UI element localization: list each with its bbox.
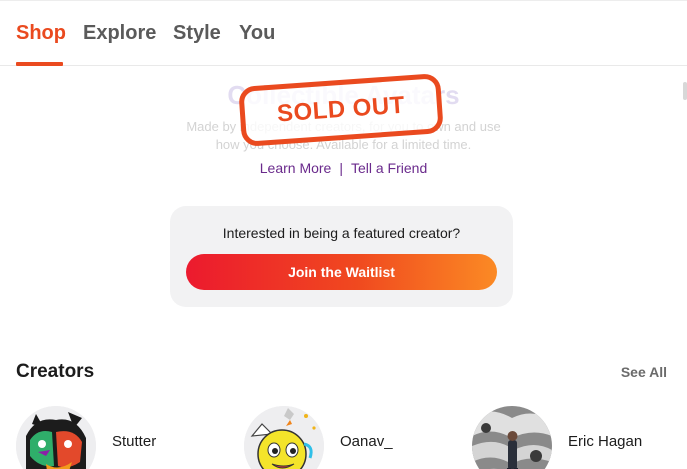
featured-creator-card: Interested in being a featured creator? … [170, 206, 513, 307]
hero-links: Learn More | Tell a Friend [0, 160, 687, 176]
shop-tab-bar: Shop Explore Style You [0, 0, 687, 66]
avatar [472, 406, 552, 469]
tab-shop[interactable]: Shop [16, 22, 66, 45]
creator-item-eric-hagan[interactable]: Eric Hagan [472, 394, 682, 469]
tab-style[interactable]: Style [173, 22, 221, 45]
avatar [16, 406, 96, 469]
creator-name: Oanav_ [340, 433, 393, 450]
learn-more-link[interactable]: Learn More [260, 160, 332, 176]
tab-you[interactable]: You [239, 22, 275, 45]
active-tab-indicator [16, 62, 63, 66]
creator-name: Stutter [112, 433, 157, 450]
creator-item-oanav[interactable]: Oanav_ [244, 394, 444, 469]
join-waitlist-button[interactable]: Join the Waitlist [186, 254, 497, 290]
link-separator: | [339, 160, 343, 176]
avatar [244, 406, 324, 469]
tell-a-friend-link[interactable]: Tell a Friend [351, 160, 427, 176]
creator-item-stutter[interactable]: Stutter [16, 394, 216, 469]
oanav-avatar-icon [244, 406, 324, 469]
creators-heading: Creators [16, 361, 95, 382]
see-all-link[interactable]: See All [621, 364, 667, 380]
tab-explore[interactable]: Explore [83, 22, 156, 45]
eric-hagan-avatar-icon [472, 406, 552, 469]
sold-out-label: SOLD OUT [276, 91, 406, 128]
featured-creator-prompt: Interested in being a featured creator? [222, 225, 461, 241]
stutter-avatar-icon [16, 406, 96, 469]
creator-name: Eric Hagan [568, 433, 643, 450]
